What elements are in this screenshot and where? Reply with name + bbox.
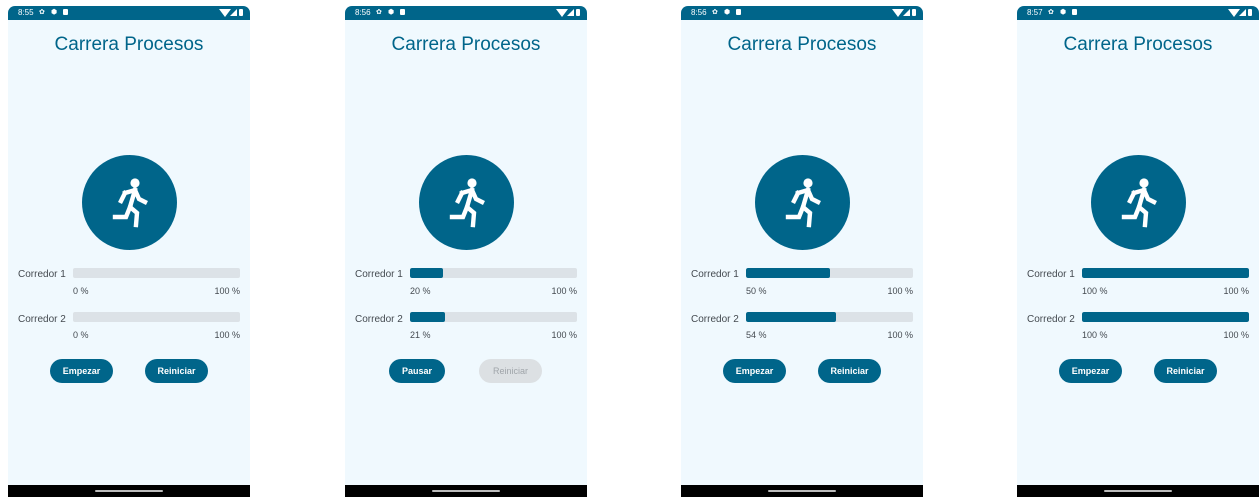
document-icon: [1072, 9, 1077, 15]
running-person-icon: [785, 178, 821, 228]
battery-icon: [239, 9, 243, 16]
runner-1-progress-bar: [73, 268, 240, 278]
runner-1-label: Corredor 1: [18, 269, 66, 280]
status-time: 8:55: [18, 8, 34, 17]
gear-icon: ✿: [39, 9, 45, 16]
runner-2-progress-bar: [410, 312, 577, 322]
runner-2-label: Corredor 2: [691, 314, 739, 325]
runner-2-max: 100 %: [551, 330, 577, 340]
runner-2-label: Corredor 2: [1027, 314, 1075, 325]
runner-2-label: Corredor 2: [18, 314, 66, 325]
runner-2-progress-bar: [73, 312, 240, 322]
runner-1-max: 100 %: [887, 286, 913, 296]
runner-1-progress-fill: [410, 268, 444, 278]
phone-screen-2: 8:56 ✿ ⬢ Carrera Procesos Corredor 1 20 …: [345, 6, 587, 497]
runner-2-progress-fill: [1082, 312, 1249, 322]
runner-1-label: Corredor 1: [355, 269, 403, 280]
status-bar: 8:57 ✿ ⬢: [1017, 6, 1259, 20]
runner-2-progress-bar: [746, 312, 913, 322]
status-bar: 8:56 ✿ ⬢: [681, 6, 923, 20]
runner-2-progress-fill: [410, 312, 446, 322]
start-pause-button[interactable]: Pausar: [389, 359, 445, 383]
status-time: 8:56: [691, 8, 707, 17]
runner-1-label: Corredor 1: [691, 269, 739, 280]
home-gesture-handle[interactable]: [1104, 490, 1172, 492]
running-person-icon: [1121, 178, 1157, 228]
phone-screen-1: 8:55 ✿ ⬢ Carrera Procesos Corredor 1 0 %…: [8, 6, 250, 497]
navigation-bar: [345, 485, 587, 497]
home-gesture-handle[interactable]: [768, 490, 836, 492]
reset-button[interactable]: Reiniciar: [818, 359, 881, 383]
runner-2-progress-fill: [746, 312, 837, 322]
document-icon: [736, 9, 741, 15]
navigation-bar: [1017, 485, 1259, 497]
page-title: Carrera Procesos: [54, 34, 204, 55]
page-title: Carrera Procesos: [727, 34, 877, 55]
gear-icon: ✿: [1048, 9, 1054, 16]
runner-2-percent: 0 %: [73, 330, 89, 340]
runner-2-percent: 54 %: [746, 330, 767, 340]
runner-1-percent: 50 %: [746, 286, 767, 296]
battery-icon: [576, 9, 580, 16]
battery-icon: [912, 9, 916, 16]
home-gesture-handle[interactable]: [95, 490, 163, 492]
reset-button: Reiniciar: [479, 359, 542, 383]
runner-1-progress-fill: [1082, 268, 1249, 278]
runner-1-percent: 20 %: [410, 286, 431, 296]
runner-avatar: [755, 155, 850, 250]
runner-1-max: 100 %: [551, 286, 577, 296]
runner-2-max: 100 %: [887, 330, 913, 340]
navigation-bar: [681, 485, 923, 497]
runner-2-progress-bar: [1082, 312, 1249, 322]
shield-icon: ⬢: [388, 9, 395, 16]
runner-avatar: [82, 155, 177, 250]
start-pause-button[interactable]: Empezar: [50, 359, 113, 383]
document-icon: [63, 9, 68, 15]
gear-icon: ✿: [712, 9, 718, 16]
document-icon: [400, 9, 405, 15]
runner-2-label: Corredor 2: [355, 314, 403, 325]
runner-2-percent: 100 %: [1082, 330, 1108, 340]
runner-2-max: 100 %: [214, 330, 240, 340]
runner-1-progress-bar: [410, 268, 577, 278]
runner-1-progress-bar: [1082, 268, 1249, 278]
runner-1-progress-fill: [746, 268, 830, 278]
runner-1-progress-bar: [746, 268, 913, 278]
runner-1-label: Corredor 1: [1027, 269, 1075, 280]
shield-icon: ⬢: [724, 9, 731, 16]
status-time: 8:57: [1027, 8, 1043, 17]
start-pause-button[interactable]: Empezar: [1059, 359, 1122, 383]
status-time: 8:56: [355, 8, 371, 17]
reset-button[interactable]: Reiniciar: [1154, 359, 1217, 383]
runner-avatar: [1091, 155, 1186, 250]
home-gesture-handle[interactable]: [432, 490, 500, 492]
start-pause-button[interactable]: Empezar: [723, 359, 786, 383]
page-title: Carrera Procesos: [1063, 34, 1213, 55]
runner-1-percent: 100 %: [1082, 286, 1108, 296]
runner-1-percent: 0 %: [73, 286, 89, 296]
phone-screen-4: 8:57 ✿ ⬢ Carrera Procesos Corredor 1 100…: [1017, 6, 1259, 497]
signal-icon: [1239, 9, 1246, 16]
runner-2-percent: 21 %: [410, 330, 431, 340]
status-bar: 8:56 ✿ ⬢: [345, 6, 587, 20]
battery-icon: [1248, 9, 1252, 16]
signal-icon: [230, 9, 237, 16]
running-person-icon: [112, 178, 148, 228]
shield-icon: ⬢: [51, 9, 58, 16]
runner-avatar: [419, 155, 514, 250]
signal-icon: [567, 9, 574, 16]
signal-icon: [903, 9, 910, 16]
page-title: Carrera Procesos: [391, 34, 541, 55]
runner-1-max: 100 %: [214, 286, 240, 296]
reset-button[interactable]: Reiniciar: [145, 359, 208, 383]
navigation-bar: [8, 485, 250, 497]
runner-1-max: 100 %: [1223, 286, 1249, 296]
running-person-icon: [449, 178, 485, 228]
runner-2-max: 100 %: [1223, 330, 1249, 340]
gear-icon: ✿: [376, 9, 382, 16]
shield-icon: ⬢: [1060, 9, 1067, 16]
status-bar: 8:55 ✿ ⬢: [8, 6, 250, 20]
phone-screen-3: 8:56 ✿ ⬢ Carrera Procesos Corredor 1 50 …: [681, 6, 923, 497]
